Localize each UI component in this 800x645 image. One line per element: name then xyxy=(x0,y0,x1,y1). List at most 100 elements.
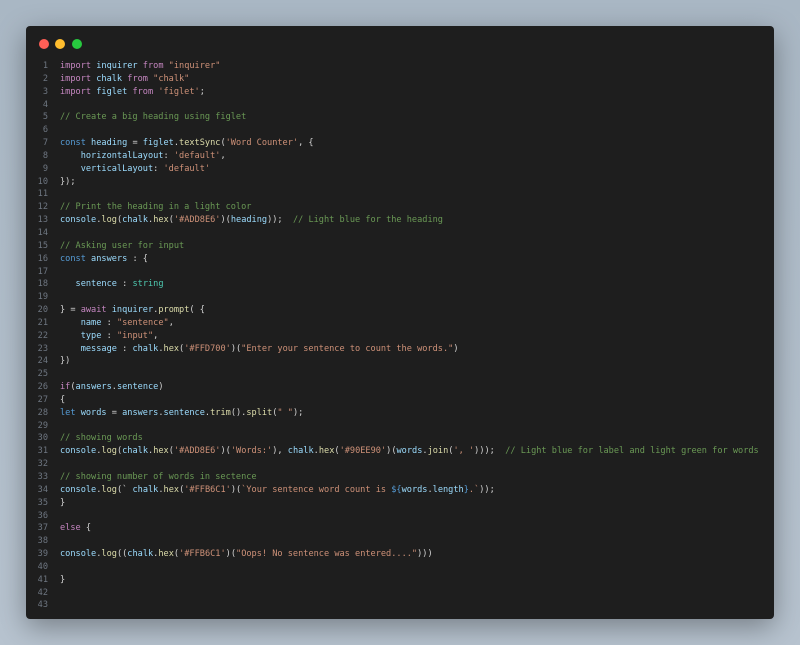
code-token: }) xyxy=(60,356,71,367)
code-token: 'Word Counter' xyxy=(225,138,299,149)
code-line: 35} xyxy=(26,497,774,510)
code-line: 40 xyxy=(26,561,774,574)
code-token: "Enter your sentence to count the words.… xyxy=(241,343,454,354)
code-text: } = await inquirer.prompt( { xyxy=(48,304,205,317)
code-text: console.log(` chalk.hex('#FFB6C1')(`Your… xyxy=(48,484,495,497)
code-line: 1 import inquirer from "inquirer" xyxy=(26,60,774,73)
line-number: 6 xyxy=(42,125,48,136)
code-token: chalk xyxy=(122,215,148,226)
line-number: 27 xyxy=(37,394,48,405)
line-number: 37 xyxy=(37,523,48,534)
line-number: 38 xyxy=(37,536,48,547)
code-text: } xyxy=(48,497,65,510)
code-line: 29 xyxy=(26,420,774,433)
line-number: 34 xyxy=(37,484,48,495)
code-token: split xyxy=(246,407,273,418)
code-token: await xyxy=(80,305,112,316)
code-line: 33 // showing number of words in sectence xyxy=(26,471,774,484)
code-line: 41} xyxy=(26,574,774,587)
code-text: const answers : { xyxy=(48,253,148,266)
code-token: (). xyxy=(230,407,247,418)
code-text: message : chalk.hex('#FFD700')("Enter yo… xyxy=(48,343,459,356)
maximize-button[interactable] xyxy=(72,39,82,49)
code-token: name xyxy=(80,317,102,328)
code-line: 32 xyxy=(26,458,774,471)
code-token: ); xyxy=(292,407,304,418)
code-token: figlet xyxy=(96,86,128,97)
code-line: 22 type : "input", xyxy=(26,330,774,343)
code-text: type : "input", xyxy=(48,330,159,343)
code-token: (` xyxy=(116,484,133,495)
code-token: `Your sentence word count is xyxy=(241,484,392,495)
code-token: ), xyxy=(272,446,288,457)
code-line: 2 import chalk from "chalk" xyxy=(26,73,774,86)
code-token: from xyxy=(122,73,154,84)
code-text: else { xyxy=(48,522,91,535)
code-line: 13 console.log(chalk.hex('#ADD8E6')(headi… xyxy=(26,214,774,227)
line-number: 12 xyxy=(37,202,48,213)
window-titlebar xyxy=(26,26,774,60)
line-number: 36 xyxy=(37,510,48,521)
line-number: 39 xyxy=(37,549,48,560)
code-line: 23 message : chalk.hex('#FFD700')("Enter… xyxy=(26,343,774,356)
code-text: // Print the heading in a light color xyxy=(48,201,251,214)
line-number: 26 xyxy=(37,382,48,393)
code-token: // showing words xyxy=(60,433,143,444)
code-token: console xyxy=(60,446,97,457)
code-line: 21 name : "sentence", xyxy=(26,317,774,330)
code-token: chalk xyxy=(132,343,159,354)
code-token: // showing number of words in sectence xyxy=(60,472,257,482)
code-token: = xyxy=(127,138,143,149)
line-number: 16 xyxy=(37,253,48,264)
code-token: )( xyxy=(230,484,242,495)
line-number: 42 xyxy=(37,587,48,598)
code-token: horizontalLayout xyxy=(80,150,164,161)
line-number: 19 xyxy=(37,292,48,303)
line-number: 33 xyxy=(37,472,48,482)
line-number: 5 xyxy=(42,112,48,123)
code-token: ) xyxy=(453,343,459,354)
code-token: : xyxy=(163,150,174,161)
code-editor[interactable]: 1 import inquirer from "inquirer" 2 import … xyxy=(26,60,774,612)
code-line: 9 verticalLayout: 'default' xyxy=(26,163,774,176)
code-token: : xyxy=(153,163,164,174)
code-token: import xyxy=(60,73,97,84)
code-token: ${ xyxy=(391,484,402,495)
code-text: // Asking user for input xyxy=(48,240,184,253)
code-token: import xyxy=(60,86,97,97)
code-text: let words = answers.sentence.trim().spli… xyxy=(48,407,303,420)
code-token: hex xyxy=(153,446,169,457)
code-token: heading xyxy=(230,215,268,226)
code-token: import xyxy=(60,61,97,71)
minimize-button[interactable] xyxy=(55,39,65,49)
code-token: "sentence" xyxy=(116,317,169,328)
code-text: verticalLayout: 'default' xyxy=(48,163,210,176)
code-token: )( xyxy=(386,446,397,457)
code-window: 1 import inquirer from "inquirer" 2 import … xyxy=(26,26,774,619)
code-token: hex xyxy=(318,446,335,457)
code-token: answers xyxy=(75,382,112,393)
line-number: 41 xyxy=(37,574,48,585)
code-token: // Asking user for input xyxy=(60,240,185,251)
code-text: import inquirer from "inquirer" xyxy=(48,60,220,73)
line-number: 4 xyxy=(42,99,48,110)
line-number: 7 xyxy=(42,138,48,149)
line-number: 25 xyxy=(37,369,48,380)
code-token: words xyxy=(80,407,107,418)
code-text: name : "sentence", xyxy=(48,317,174,330)
close-button[interactable] xyxy=(39,39,49,49)
code-line: 15 // Asking user for input xyxy=(26,240,774,253)
code-line: 4 xyxy=(26,99,774,112)
code-token: // Light blue for the heading xyxy=(292,215,443,226)
code-token: sentence xyxy=(75,279,117,290)
code-token: )( xyxy=(225,549,237,560)
line-number: 17 xyxy=(37,266,48,277)
